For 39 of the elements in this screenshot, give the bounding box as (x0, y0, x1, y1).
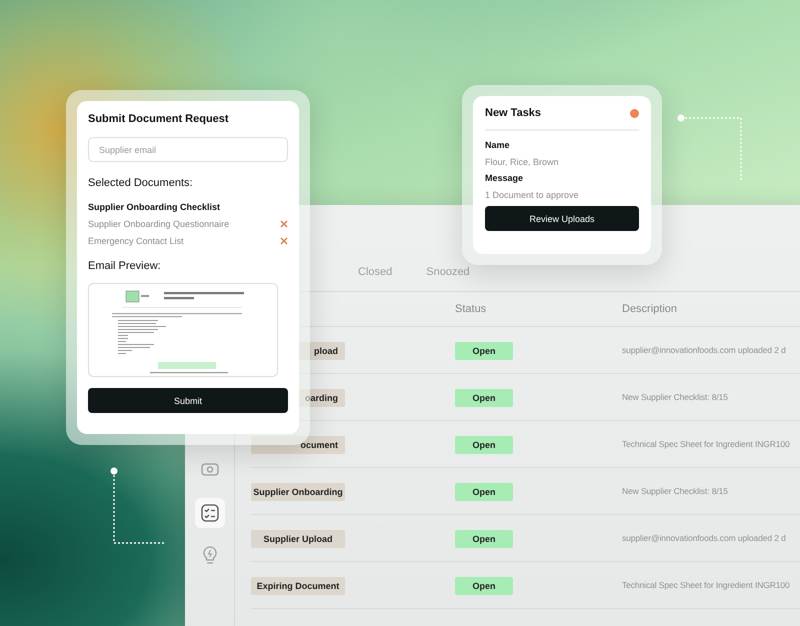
status-tag: Open (455, 388, 513, 406)
remove-icon[interactable] (280, 220, 288, 228)
status-tag: Open (455, 342, 513, 360)
field-value: 1 Document to approve (485, 190, 580, 200)
description-text: New Supplier Checklist: 8/15 (622, 392, 729, 402)
email-field[interactable]: Supplier email (88, 137, 288, 162)
checklist-icon (200, 504, 218, 522)
field-label: Name (485, 140, 511, 150)
column-header: Status (455, 303, 488, 315)
section-heading: Selected Documents: (88, 177, 194, 189)
review-uploads-button[interactable]: Review Uploads (485, 206, 639, 231)
status-tag: Open (455, 530, 513, 548)
type-tag: Supplier Onboarding (251, 482, 345, 500)
description-text: New Supplier Checklist: 8/15 (622, 486, 729, 496)
section-heading: Email Preview: (88, 260, 162, 272)
sidebar-item[interactable] (194, 498, 224, 528)
status-tag: Open (455, 436, 513, 454)
column-header: Description (622, 303, 678, 315)
description-text: supplier@innovationfoods.com uploaded 2 d (622, 345, 787, 355)
field-label: Message (485, 173, 524, 183)
card-title: Submit Document Request (88, 113, 230, 125)
description-text: Technical Spec Sheet for Ingredient INGR100 (622, 580, 791, 590)
field-value: Flour, Rice, Brown (485, 157, 560, 167)
document-name: Emergency Contact List (88, 236, 184, 246)
type-tag: Expiring Document (251, 576, 345, 594)
card-title: New Tasks (485, 107, 542, 119)
description-text: Technical Spec Sheet for Ingredient INGR100 (622, 439, 791, 449)
lightbulb-icon (202, 546, 218, 566)
cash-icon (200, 462, 218, 478)
type-tag: Supplier Upload (251, 530, 345, 548)
notification-dot (630, 108, 639, 118)
status-tag: Open (455, 576, 513, 594)
document-name: Supplier Onboarding Checklist (88, 202, 220, 212)
document-name: Supplier Onboarding Questionnaire (88, 218, 230, 228)
submit-button[interactable]: Submit (88, 388, 288, 413)
status-tag: Open (455, 482, 513, 500)
remove-icon[interactable] (280, 236, 288, 244)
type-tag: ocument (251, 436, 345, 454)
description-text: supplier@innovationfoods.com uploaded 2 d (622, 533, 787, 543)
